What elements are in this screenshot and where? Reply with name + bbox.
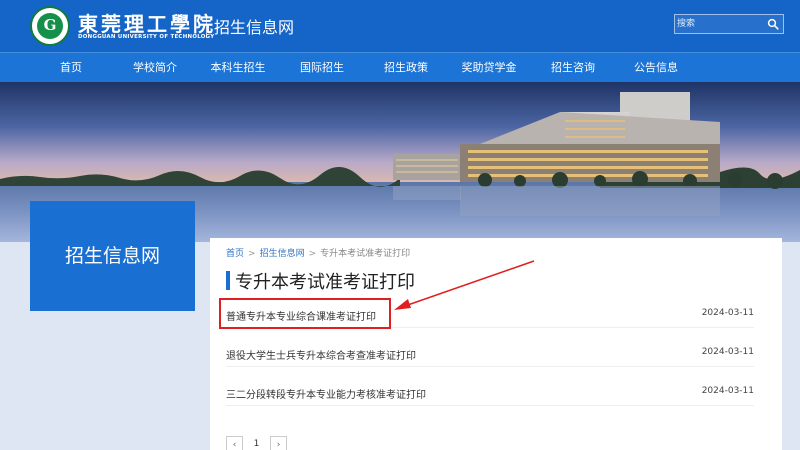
sidebar-header: 招生信息网	[30, 201, 195, 311]
logo-letter: G	[43, 16, 57, 34]
page-title-accent	[226, 271, 230, 290]
page-number-current[interactable]: 1	[248, 436, 265, 450]
sidebar-title: 招生信息网	[64, 245, 160, 267]
breadcrumb: 首页 > 招生信息网 > 专升本考试准考证打印	[226, 246, 410, 259]
nav-item-consult[interactable]: 招生咨询	[551, 53, 595, 82]
nav-item-scholarship[interactable]: 奖助贷学金	[462, 53, 517, 82]
nav-item-home[interactable]: 首页	[60, 53, 82, 82]
breadcrumb-home[interactable]: 首页	[226, 249, 244, 259]
school-logo[interactable]: G	[30, 6, 70, 46]
logo-emblem-icon: G	[37, 13, 63, 39]
nav-item-about[interactable]: 学校简介	[133, 53, 177, 82]
list-item-date: 2024-03-11	[701, 347, 754, 357]
list-item[interactable]: 三二分段转段专升本专业能力考核准考证打印 2024-03-11	[226, 378, 754, 406]
prev-page-button[interactable]: ‹	[226, 436, 243, 450]
search-input[interactable]	[675, 15, 763, 33]
header-divider	[206, 14, 207, 38]
list-item-title[interactable]: 退役大学生士兵专升本综合考查准考证打印	[226, 347, 416, 362]
nav-item-international[interactable]: 国际招生	[300, 53, 344, 82]
site-header: G 東莞理工學院 DONGGUAN UNIVERSITY OF TECHNOLO…	[0, 0, 800, 52]
list-item-date: 2024-03-11	[701, 308, 754, 318]
nav-item-policy[interactable]: 招生政策	[384, 53, 428, 82]
school-name-english: DONGGUAN UNIVERSITY OF TECHNOLOGY	[78, 34, 215, 40]
breadcrumb-section[interactable]: 招生信息网	[260, 249, 305, 259]
site-title[interactable]: 招生信息网	[214, 14, 294, 38]
annotation-highlight-box	[219, 298, 391, 329]
page-title: 专升本考试准考证打印	[235, 272, 415, 293]
search-icon[interactable]	[767, 18, 779, 30]
breadcrumb-separator: >	[308, 249, 317, 259]
nav-item-notice[interactable]: 公告信息	[634, 53, 678, 82]
school-name: 東莞理工學院	[78, 12, 216, 36]
annotation-arrow-icon	[394, 260, 535, 310]
next-page-button[interactable]: ›	[270, 436, 287, 450]
search-box	[674, 14, 784, 34]
main-nav: 首页 学校简介 本科生招生 国际招生 招生政策 奖助贷学金 招生咨询 公告信息	[0, 52, 800, 82]
list-item[interactable]: 退役大学生士兵专升本综合考查准考证打印 2024-03-11	[226, 339, 754, 367]
breadcrumb-separator: >	[248, 249, 256, 259]
list-item-date: 2024-03-11	[701, 386, 754, 396]
list-item-title[interactable]: 三二分段转段专升本专业能力考核准考证打印	[226, 386, 426, 401]
nav-item-undergrad[interactable]: 本科生招生	[211, 53, 266, 82]
